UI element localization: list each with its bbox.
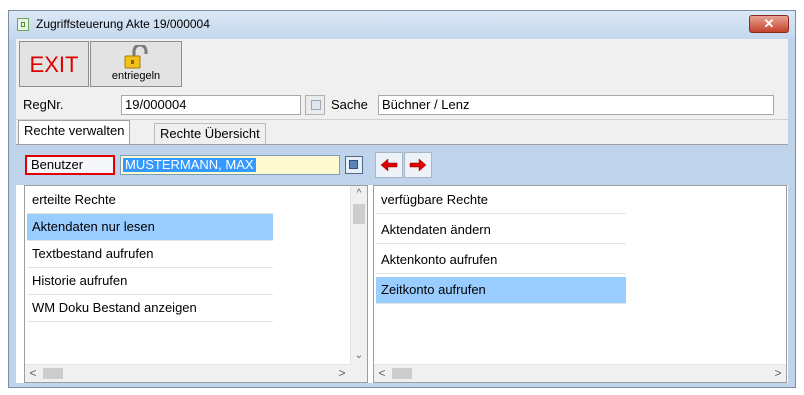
scroll-left-icon[interactable]: < bbox=[374, 365, 390, 382]
window-client: EXIT entriegeln RegNr. 19/000004 Sache B… bbox=[16, 39, 788, 383]
list-item[interactable]: Zeitkonto aufrufen bbox=[376, 277, 626, 304]
list-item[interactable]: Historie aufrufen bbox=[27, 268, 273, 295]
regnr-lookup-button[interactable] bbox=[305, 95, 325, 115]
tab-rechte-verwalten[interactable]: Rechte verwalten bbox=[18, 120, 131, 145]
scroll-right-icon[interactable]: > bbox=[770, 365, 786, 382]
scroll-down-icon[interactable]: ⌄ bbox=[351, 348, 367, 364]
user-row: Benutzer MUSTERMANN, MAX bbox=[16, 145, 788, 185]
unlock-button[interactable]: entriegeln bbox=[90, 41, 182, 87]
rights-panel: Benutzer MUSTERMANN, MAX erteilte Rechte… bbox=[16, 144, 788, 383]
move-right-button[interactable] bbox=[404, 152, 432, 178]
regnr-label: RegNr. bbox=[23, 97, 64, 112]
app-icon bbox=[17, 18, 29, 31]
record-info-row: RegNr. 19/000004 Sache Büchner / Lenz bbox=[16, 91, 788, 120]
close-button[interactable]: ✕ bbox=[749, 15, 789, 33]
list-item[interactable]: Aktenkonto aufrufen bbox=[376, 247, 626, 274]
list-item[interactable]: WM Doku Bestand anzeigen bbox=[27, 295, 273, 322]
list-item[interactable]: Aktendaten ändern bbox=[376, 217, 626, 244]
user-value: MUSTERMANN, MAX bbox=[123, 157, 256, 172]
window-title: Zugriffsteuerung Akte 19/000004 bbox=[36, 17, 210, 31]
close-icon: ✕ bbox=[763, 16, 775, 31]
available-horizontal-scrollbar[interactable]: < > bbox=[374, 364, 786, 382]
arrow-left-icon bbox=[380, 158, 398, 172]
padlock-open-icon bbox=[124, 45, 148, 69]
list-item[interactable]: Aktendaten nur lesen bbox=[27, 214, 273, 241]
list-header-granted: erteilte Rechte bbox=[27, 187, 273, 214]
regnr-field[interactable]: 19/000004 bbox=[121, 95, 301, 115]
exit-label: EXIT bbox=[29, 52, 79, 77]
scroll-thumb[interactable] bbox=[43, 368, 63, 379]
user-lookup-button[interactable] bbox=[345, 156, 363, 174]
user-label: Benutzer bbox=[25, 155, 115, 175]
move-left-button[interactable] bbox=[375, 152, 403, 178]
list-header-available: verfügbare Rechte bbox=[376, 187, 626, 214]
sache-label: Sache bbox=[331, 97, 368, 112]
tab-rechte-uebersicht[interactable]: Rechte Übersicht bbox=[154, 123, 266, 144]
scroll-up-icon[interactable]: ^ bbox=[351, 186, 367, 202]
sache-field[interactable]: Büchner / Lenz bbox=[378, 95, 774, 115]
scroll-thumb[interactable] bbox=[392, 368, 412, 379]
scroll-corner bbox=[350, 364, 367, 382]
unlock-label: entriegeln bbox=[111, 70, 161, 82]
access-control-window: Zugriffsteuerung Akte 19/000004 ✕ EXIT e… bbox=[8, 10, 796, 388]
granted-vertical-scrollbar[interactable]: ^ ⌄ bbox=[350, 186, 367, 364]
scroll-left-icon[interactable]: < bbox=[25, 365, 41, 382]
scroll-right-icon[interactable]: > bbox=[334, 365, 350, 382]
tab-strip: Rechte verwalten Rechte Übersicht bbox=[16, 120, 788, 145]
user-field[interactable]: MUSTERMANN, MAX bbox=[120, 155, 340, 175]
available-rights-list[interactable]: verfügbare Rechte Aktendaten ändern Akte… bbox=[373, 185, 787, 383]
granted-rights-list[interactable]: erteilte Rechte Aktendaten nur lesen Tex… bbox=[24, 185, 368, 383]
exit-button[interactable]: EXIT bbox=[19, 41, 89, 87]
scroll-thumb[interactable] bbox=[353, 204, 365, 224]
list-item[interactable]: Textbestand aufrufen bbox=[27, 241, 273, 268]
arrow-right-icon bbox=[409, 158, 427, 172]
toolbar: EXIT entriegeln bbox=[16, 39, 788, 92]
title-bar: Zugriffsteuerung Akte 19/000004 ✕ bbox=[9, 11, 795, 39]
granted-horizontal-scrollbar[interactable]: < > bbox=[25, 364, 350, 382]
